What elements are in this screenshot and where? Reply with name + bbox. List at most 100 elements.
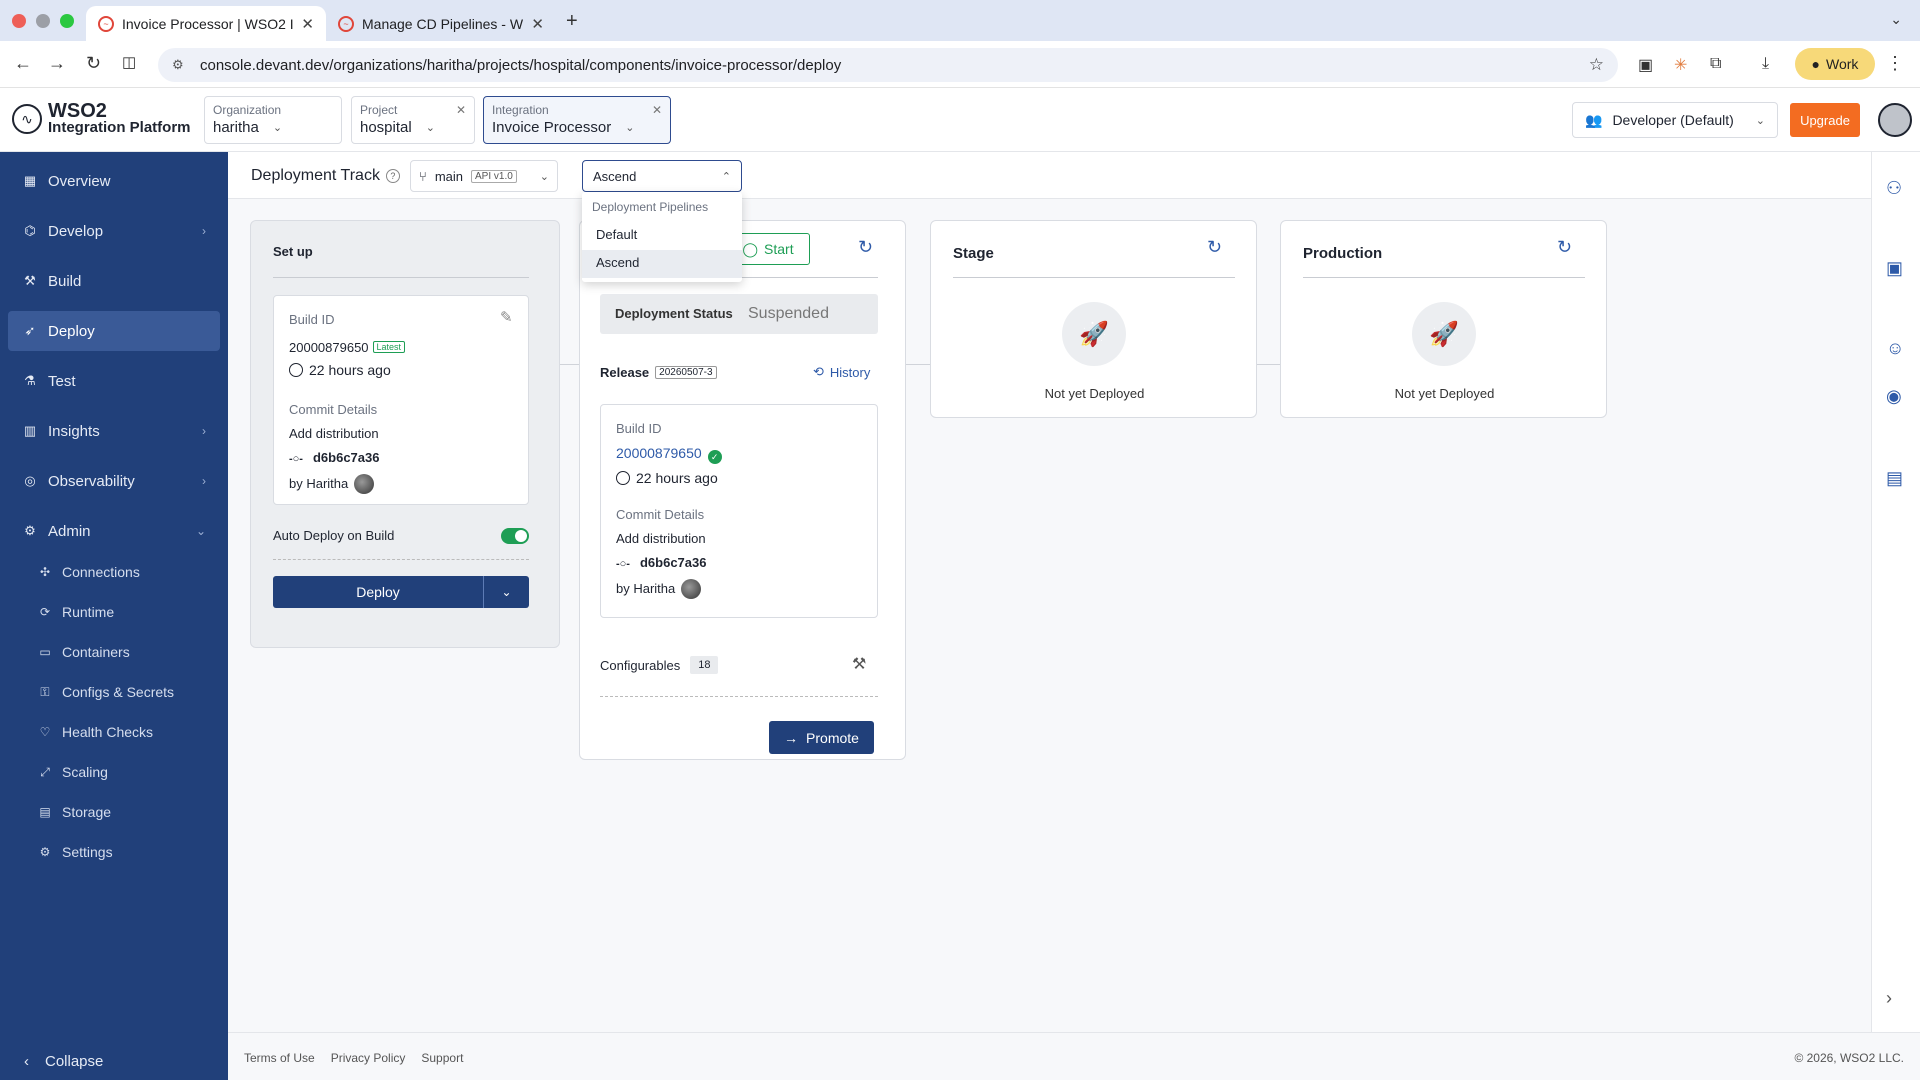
role-select[interactable]: 👥 Developer (Default) ⌄ <box>1572 102 1778 138</box>
container-icon: ▭ <box>39 645 51 659</box>
sidebar-item-develop[interactable]: ⌬ Develop › <box>8 211 220 251</box>
wso2-logo[interactable]: ∿ WSO2 Integration Platform <box>12 101 191 136</box>
browser-tab-manage-pipelines[interactable]: ~ Manage CD Pipelines - WSO2 ✕ <box>326 6 556 41</box>
organization-select[interactable]: Organization haritha ⌄ <box>204 96 342 144</box>
extension-burst-icon[interactable]: ✳ <box>1674 55 1687 75</box>
site-info-icon[interactable]: ⚙ <box>172 57 188 73</box>
close-window-button[interactable] <box>12 14 26 28</box>
sidebar-item-deploy[interactable]: ➶ Deploy <box>8 311 220 351</box>
branch-icon: ⑂ <box>419 168 427 184</box>
minimize-window-button[interactable] <box>36 14 50 28</box>
collapse-sidebar-button[interactable]: ‹ Collapse <box>24 1053 103 1070</box>
history-label: History <box>829 364 871 380</box>
browser-menu-icon[interactable]: ⋮ <box>1886 53 1904 74</box>
wso2-favicon-icon: ~ <box>338 15 354 32</box>
deploy-split-button: Deploy ⌄ <box>273 576 529 608</box>
sidebar-item-admin[interactable]: ⚙ Admin ⌄ <box>8 511 220 551</box>
bookmark-star-icon[interactable]: ☆ <box>1589 55 1604 75</box>
setup-build-box: Build ID ✎ 20000879650 Latest 22 hours ag… <box>273 295 529 505</box>
chevron-right-icon[interactable]: › <box>1886 988 1892 1009</box>
deploy-button[interactable]: Deploy <box>273 576 484 608</box>
refresh-icon[interactable]: ↻ <box>858 237 873 258</box>
pipeline-dropdown: Deployment Pipelines Default Ascend <box>582 192 742 282</box>
browser-tab-bar: ~ Invoice Processor | WSO2 Inte ✕ ~ Mana… <box>0 0 1920 41</box>
deployment-status-bar: Deployment Status Suspended <box>600 294 878 334</box>
admin-icon: ⚙ <box>24 523 36 538</box>
close-tab-icon[interactable]: ✕ <box>531 15 544 33</box>
refresh-icon[interactable]: ↻ <box>1557 237 1572 258</box>
auto-deploy-toggle[interactable] <box>501 528 529 544</box>
docs-icon[interactable]: ▤ <box>1886 468 1903 489</box>
chart-icon: ▥ <box>23 423 37 438</box>
history-link[interactable]: ⟲ History <box>813 364 870 380</box>
sidebar-subitem-runtime[interactable]: ⟳ Runtime <box>38 597 114 627</box>
forward-arrow-icon[interactable]: → <box>48 53 66 74</box>
promote-button[interactable]: → Promote <box>769 721 874 754</box>
close-tab-icon[interactable]: ✕ <box>301 15 314 33</box>
sidebar-item-insights[interactable]: ▥ Insights › <box>8 411 220 451</box>
download-icon[interactable]: ⤓ <box>1762 55 1769 73</box>
project-label: Project <box>360 103 398 117</box>
tools-icon[interactable]: ⚒ <box>852 654 866 674</box>
sidebar-subitem-health-checks[interactable]: ♡ Health Checks <box>38 717 153 747</box>
dashed-divider <box>600 696 878 697</box>
omnibox[interactable]: ⚙ console.devant.dev/organizations/harit… <box>158 48 1618 82</box>
discord-icon[interactable]: ◉ <box>1886 386 1902 407</box>
sidebar-subitem-containers[interactable]: ▭ Containers <box>38 637 129 667</box>
user-support-icon[interactable]: ☺ <box>1886 338 1904 359</box>
side-panel-icon[interactable]: ◫ <box>122 53 136 71</box>
address-bar-row: ← → ↻ ◫ ⚙ console.devant.dev/organizatio… <box>0 41 1920 88</box>
footer: Terms of Use Privacy Policy Support © 20… <box>228 1032 1920 1080</box>
support-link[interactable]: Support <box>421 1051 463 1065</box>
configs-icon: ⚿ <box>40 684 50 699</box>
chevron-right-icon: › <box>202 224 206 238</box>
extensions-puzzle-icon[interactable]: ⧉ <box>1710 55 1721 73</box>
code-icon: ⌬ <box>24 223 36 238</box>
inbox-icon[interactable]: ▣ <box>1886 258 1903 279</box>
refresh-icon[interactable]: ↻ <box>1207 237 1222 258</box>
pipeline-select[interactable]: Ascend ⌃ <box>582 160 742 192</box>
project-select[interactable]: Project hospital ⌄ ✕ <box>351 96 475 144</box>
sidebar-item-overview[interactable]: ▦ Overview <box>8 161 220 201</box>
deploy-options-chevron-icon[interactable]: ⌄ <box>484 576 529 608</box>
tab-search-chevron-icon[interactable]: ⌄ <box>1890 11 1902 28</box>
robot-assistant-icon[interactable]: ⚇ <box>1886 178 1902 199</box>
sidebar-subitem-label: Scaling <box>62 764 108 780</box>
role-label: Developer (Default) <box>1612 112 1734 128</box>
user-avatar[interactable] <box>1878 103 1912 137</box>
sidebar-subitem-label: Configs & Secrets <box>62 684 175 700</box>
back-arrow-icon[interactable]: ← <box>14 53 32 74</box>
maximize-window-button[interactable] <box>60 14 74 28</box>
sidebar-item-observability[interactable]: ◎ Observability › <box>8 461 220 501</box>
collapse-label: Collapse <box>45 1053 104 1070</box>
privacy-link[interactable]: Privacy Policy <box>331 1051 406 1065</box>
build-id-link[interactable]: 20000879650 <box>616 445 702 461</box>
integration-select[interactable]: Integration Invoice Processor ⌄ ✕ <box>483 96 671 144</box>
sidebar-item-test[interactable]: ⚗ Test <box>8 361 220 401</box>
terms-link[interactable]: Terms of Use <box>244 1051 315 1065</box>
clear-project-icon[interactable]: ✕ <box>456 103 466 117</box>
branch-select[interactable]: ⑂ main API v1.0 ⌄ <box>410 160 558 192</box>
extension-square-icon[interactable]: ▣ <box>1638 55 1653 75</box>
edit-icon[interactable]: ✎ <box>500 308 513 326</box>
url-text[interactable]: console.devant.dev/organizations/haritha… <box>200 57 1589 74</box>
dropdown-option-default[interactable]: Default <box>582 222 742 250</box>
sidebar-item-build[interactable]: ⚒ Build <box>8 261 220 301</box>
upgrade-button[interactable]: Upgrade <box>1790 103 1860 137</box>
new-tab-icon[interactable]: + <box>566 10 578 33</box>
clear-integration-icon[interactable]: ✕ <box>652 103 662 117</box>
sidebar-subitem-storage[interactable]: ▤ Storage <box>38 797 111 827</box>
dropdown-option-ascend[interactable]: Ascend <box>582 250 742 278</box>
help-icon[interactable]: ? <box>385 169 400 183</box>
commit-details-label: Commit Details <box>289 402 378 417</box>
profile-chip[interactable]: ● Work <box>1795 48 1875 80</box>
sidebar-subitem-scaling[interactable]: ⤢ Scaling <box>38 757 108 787</box>
sidebar-subitem-configs-secrets[interactable]: ⚿ Configs & Secrets <box>38 677 174 707</box>
sidebar-subitem-connections[interactable]: ✣ Connections <box>38 557 140 587</box>
browser-tab-invoice-processor[interactable]: ~ Invoice Processor | WSO2 Inte ✕ <box>86 6 326 41</box>
release-row: Release 20260507-3 <box>600 365 717 380</box>
reload-icon[interactable]: ↻ <box>86 53 101 74</box>
sidebar-subitem-settings[interactable]: ⚙ Settings <box>38 837 113 867</box>
divider <box>273 277 529 278</box>
build-id-label: Build ID <box>289 312 335 327</box>
